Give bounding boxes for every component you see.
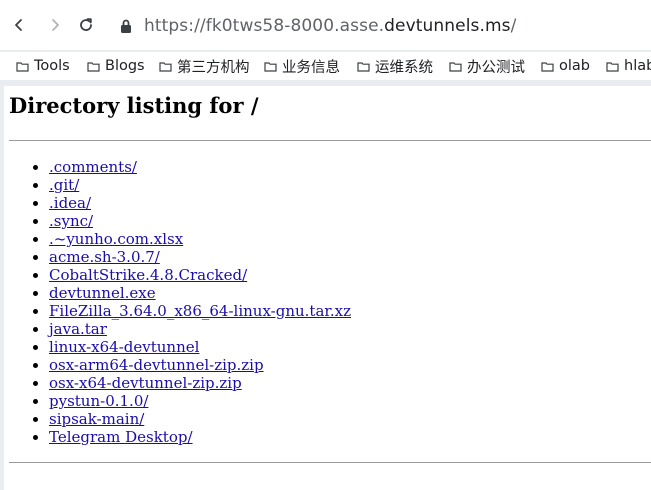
list-item: pystun-0.1.0/	[49, 392, 351, 410]
back-arrow-icon	[15, 19, 22, 31]
list-item: linux-x64-devtunnel	[49, 338, 351, 356]
file-link[interactable]: .sync/	[49, 212, 93, 230]
list-item: Telegram Desktop/	[49, 428, 351, 446]
bookmark-label: 业务信息	[282, 59, 340, 76]
bookmark-label: Blogs	[105, 58, 145, 74]
url-domain: devtunnels.ms	[384, 16, 511, 36]
list-item: acme.sh-3.0.7/	[49, 248, 351, 266]
folder-icon	[449, 61, 462, 72]
file-link[interactable]: acme.sh-3.0.7/	[49, 248, 160, 266]
list-item: CobaltStrike.4.8.Cracked/	[49, 266, 351, 284]
bookmark-folder-hlab[interactable]: hlab	[606, 56, 651, 76]
reload-icon	[80, 18, 92, 31]
file-link[interactable]: CobaltStrike.4.8.Cracked/	[49, 266, 247, 284]
back-button[interactable]	[6, 12, 32, 38]
folder-icon	[541, 61, 554, 72]
file-link[interactable]: java.tar	[49, 320, 107, 338]
list-item: devtunnel.exe	[49, 284, 351, 302]
folder-icon	[159, 61, 172, 72]
folder-icon	[357, 61, 370, 72]
bookmark-label: olab	[559, 58, 590, 74]
address-bar[interactable]: https://fk0tws58-8000.asse.devtunnels.ms…	[110, 8, 651, 44]
file-link[interactable]: .~yunho.com.xlsx	[49, 230, 183, 248]
bookmark-folder-ops[interactable]: 运维系统	[357, 56, 433, 76]
list-item: .idea/	[49, 194, 351, 212]
file-link[interactable]: pystun-0.1.0/	[49, 392, 148, 410]
page-title: Directory listing for /	[9, 93, 259, 118]
folder-icon	[16, 61, 29, 72]
list-item: FileZilla_3.64.0_x86_64-linux-gnu.tar.xz	[49, 302, 351, 320]
bookmark-label: 运维系统	[375, 59, 433, 76]
file-link[interactable]: FileZilla_3.64.0_x86_64-linux-gnu.tar.xz	[49, 302, 351, 320]
top-divider	[9, 140, 651, 141]
list-item: osx-arm64-devtunnel-zip.zip	[49, 356, 351, 374]
list-item: osx-x64-devtunnel-zip.zip	[49, 374, 351, 392]
list-item: java.tar	[49, 320, 351, 338]
folder-icon	[264, 61, 277, 72]
folder-icon	[87, 61, 100, 72]
list-item: .~yunho.com.xlsx	[49, 230, 351, 248]
bookmark-folder-business[interactable]: 业务信息	[264, 56, 340, 76]
lock-icon	[119, 18, 133, 38]
url-suffix: /	[510, 16, 517, 36]
file-link[interactable]: .idea/	[49, 194, 91, 212]
bookmark-label: 第三方机构	[177, 59, 250, 76]
folder-icon	[606, 61, 619, 72]
bookmark-folder-third-party[interactable]: 第三方机构	[159, 56, 250, 76]
list-item: .git/	[49, 176, 351, 194]
file-link[interactable]: .comments/	[49, 158, 137, 176]
file-link[interactable]: sipsak-main/	[49, 410, 144, 428]
list-item: .sync/	[49, 212, 351, 230]
forward-arrow-icon	[52, 19, 59, 31]
list-item: .comments/	[49, 158, 351, 176]
bookmark-folder-office-test[interactable]: 办公测试	[449, 56, 525, 76]
list-item: sipsak-main/	[49, 410, 351, 428]
forward-button[interactable]	[42, 12, 68, 38]
file-link[interactable]: .git/	[49, 176, 79, 194]
bookmark-label: 办公测试	[467, 59, 525, 76]
directory-listing: .comments/ .git/ .idea/ .sync/ .~yunho.c…	[9, 158, 351, 446]
browser-toolbar: https://fk0tws58-8000.asse.devtunnels.ms…	[0, 0, 651, 50]
reload-button[interactable]	[73, 12, 99, 38]
url-prefix: https://fk0tws58-8000.asse.	[144, 16, 385, 36]
bookmark-folder-tools[interactable]: Tools	[16, 56, 70, 76]
file-link[interactable]: osx-x64-devtunnel-zip.zip	[49, 374, 242, 392]
bookmark-label: hlab	[624, 58, 651, 74]
bookmark-label: Tools	[34, 58, 70, 74]
bookmarks-bar: Tools Blogs 第三方机构 业务信息 运维系统 办公测试 olab hl…	[0, 52, 651, 80]
file-link[interactable]: linux-x64-devtunnel	[49, 338, 199, 356]
file-link[interactable]: osx-arm64-devtunnel-zip.zip	[49, 356, 264, 374]
file-link[interactable]: Telegram Desktop/	[49, 428, 193, 446]
file-link[interactable]: devtunnel.exe	[49, 284, 156, 302]
bookmark-folder-olab[interactable]: olab	[541, 56, 590, 76]
bottom-divider	[9, 462, 651, 463]
url-text: https://fk0tws58-8000.asse.devtunnels.ms…	[144, 16, 516, 36]
bookmark-folder-blogs[interactable]: Blogs	[87, 56, 145, 76]
